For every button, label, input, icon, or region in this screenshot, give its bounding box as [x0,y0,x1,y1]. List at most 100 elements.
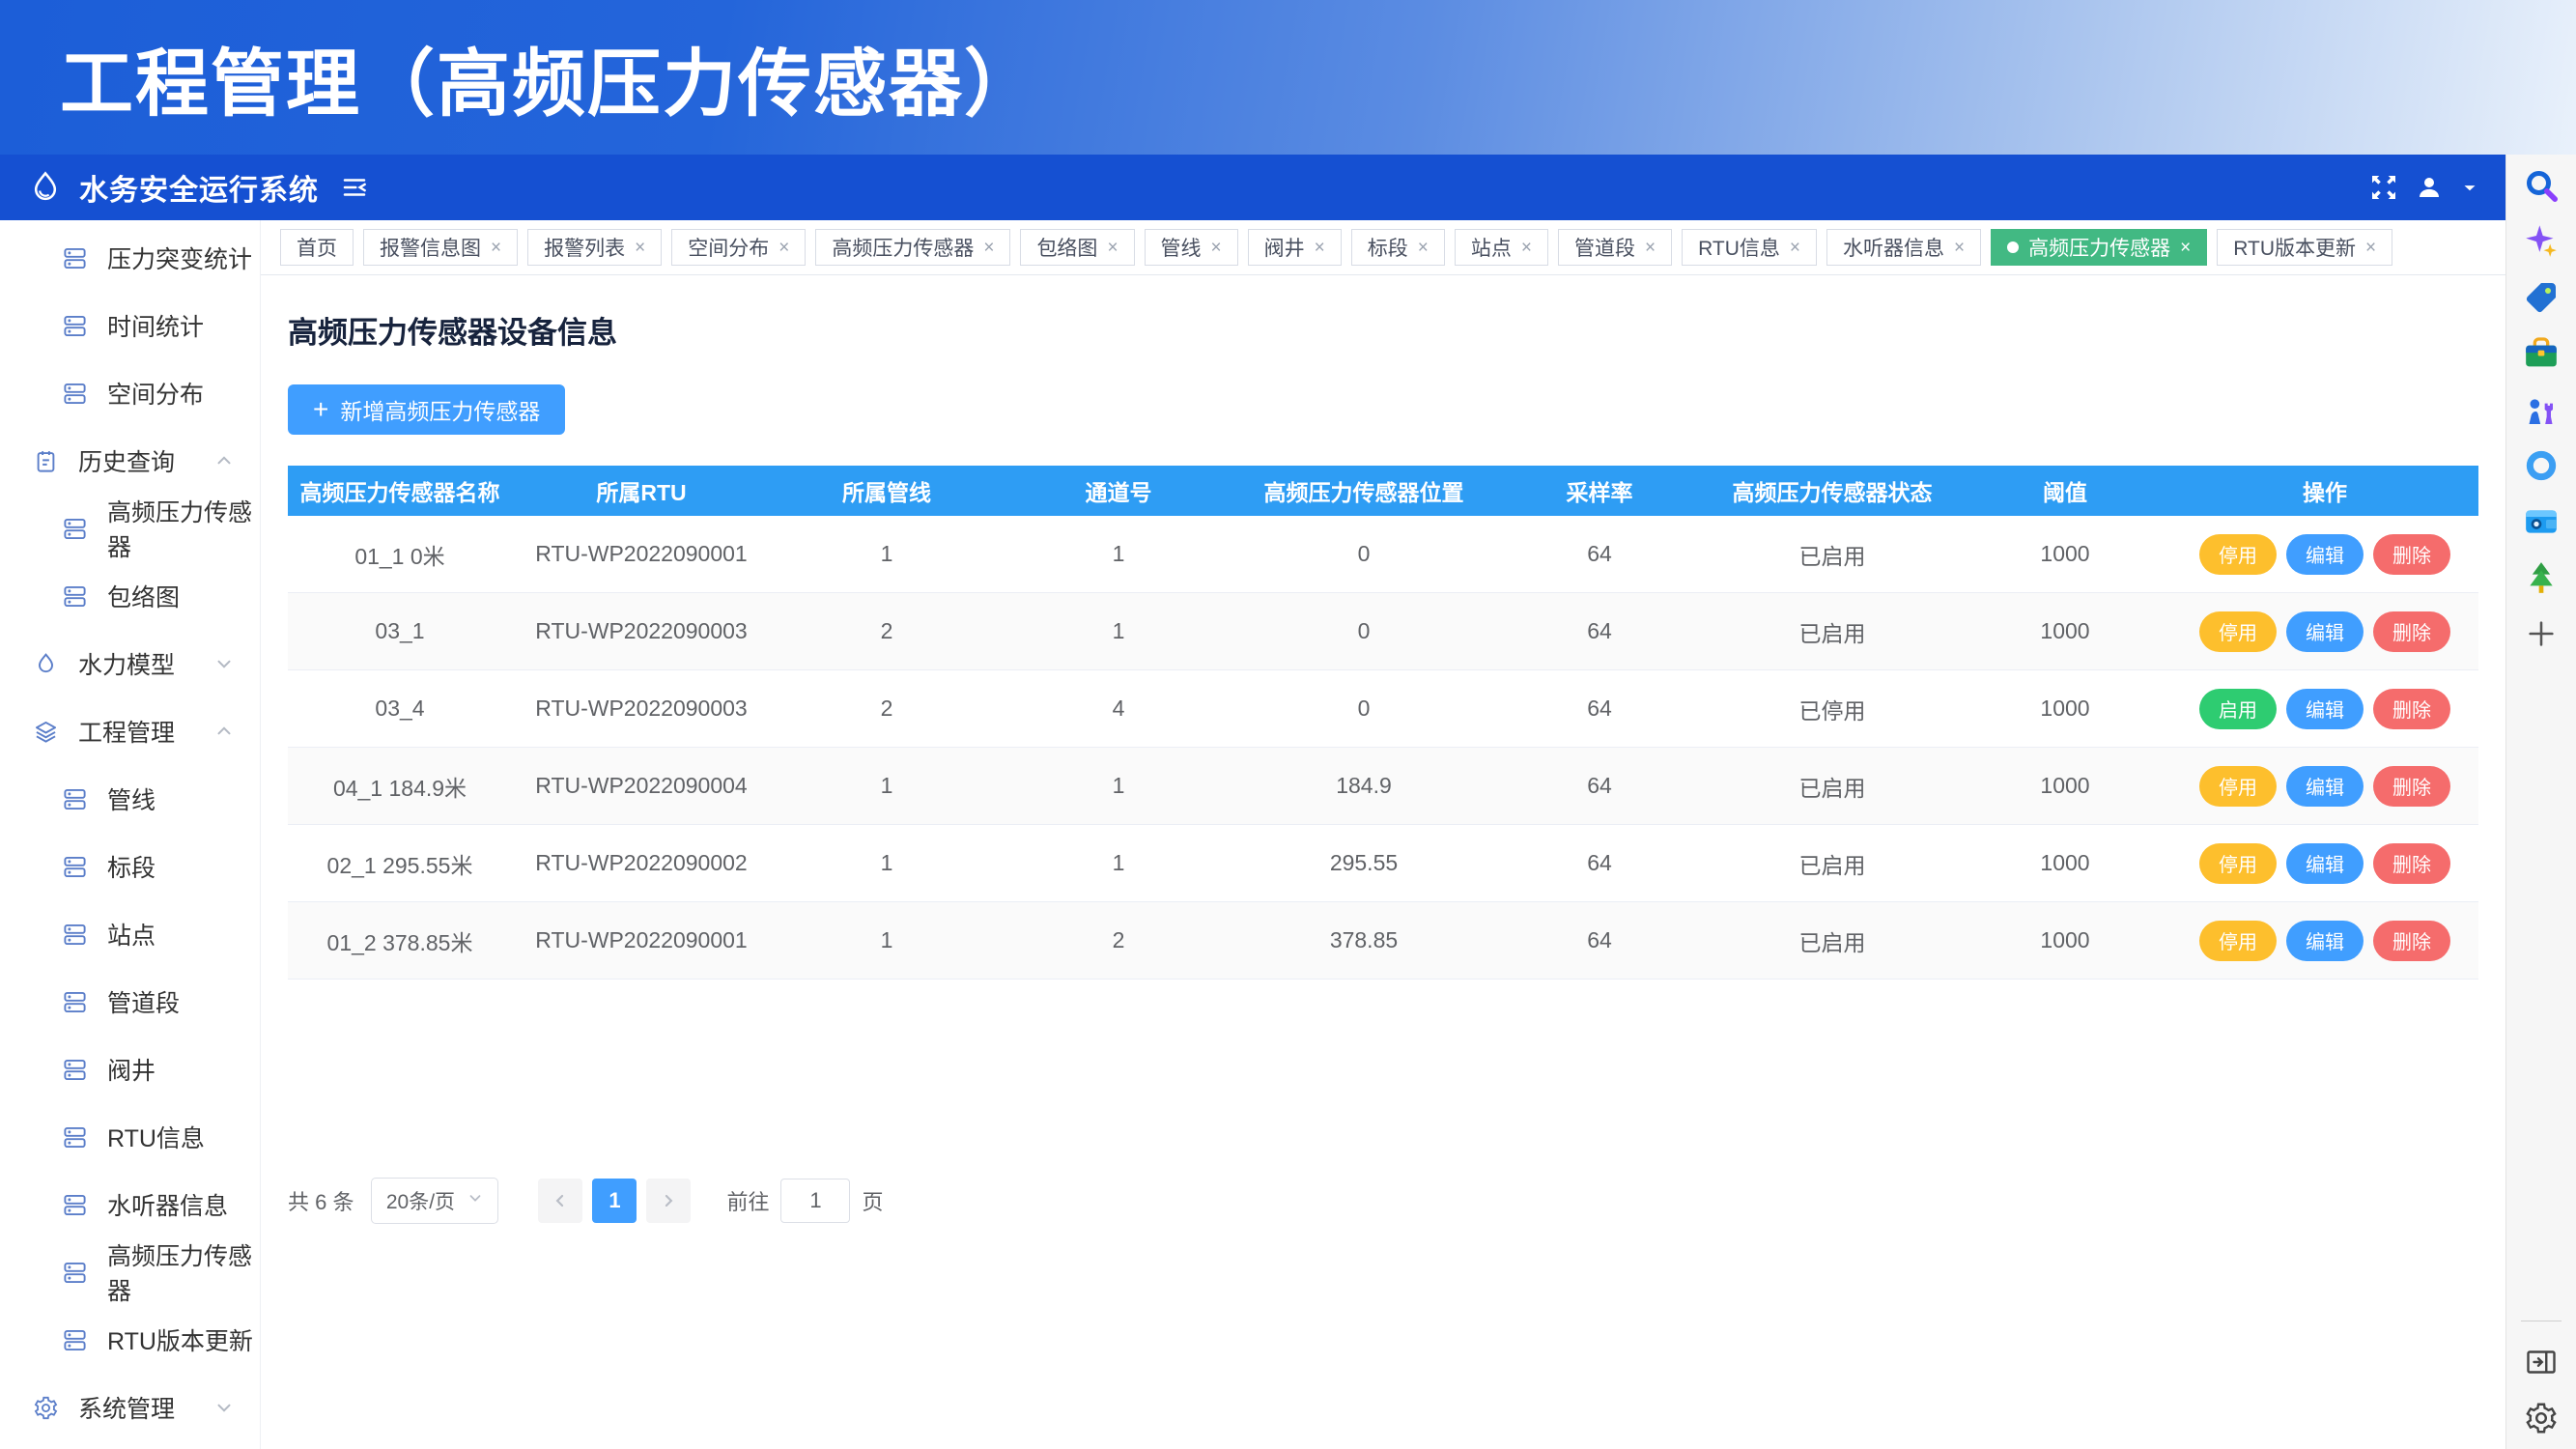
toggle-status-button[interactable]: 停用 [2199,534,2277,575]
sidebar-item-RTU版本更新[interactable]: RTU版本更新 [0,1306,260,1374]
dns-icon [62,583,88,610]
tab-label: 高频压力传感器 [2028,233,2170,262]
fullscreen-icon[interactable] [2368,172,2399,203]
tab-高频压力传感器[interactable]: 高频压力传感器× [815,229,1010,266]
caret-down-icon[interactable] [2459,177,2480,198]
delete-button[interactable]: 删除 [2373,534,2450,575]
edit-button[interactable]: 编辑 [2286,921,2364,961]
delete-button[interactable]: 删除 [2373,689,2450,729]
toggle-status-button[interactable]: 停用 [2199,921,2277,961]
close-icon[interactable]: × [635,236,645,259]
loop-icon[interactable] [2520,444,2562,487]
table-cell: 64 [1493,773,1706,799]
tab-标段[interactable]: 标段× [1351,229,1445,266]
close-icon[interactable]: × [1107,236,1118,259]
tab-阀井[interactable]: 阀井× [1248,229,1342,266]
tree-icon[interactable] [2520,556,2562,599]
sidebar-item-水力模型[interactable]: 水力模型 [0,630,260,697]
edit-button[interactable]: 编辑 [2286,843,2364,884]
tab-包络图[interactable]: 包络图 × [1020,229,1134,266]
tab-首页[interactable]: 首页 [280,229,354,266]
sidebar-item-历史查询[interactable]: 历史查询 [0,427,260,495]
tab-管道段[interactable]: 管道段 × [1558,229,1672,266]
table-cell: 1000 [1959,541,2171,567]
sidebar-item-管道段[interactable]: 管道段 [0,968,260,1036]
tab-RTU版本更新[interactable]: RTU版本更新× [2217,229,2392,266]
close-icon[interactable]: × [2365,236,2376,259]
sidebar-item-管线[interactable]: 管线 [0,765,260,833]
close-icon[interactable]: × [1645,236,1656,259]
sidebar-item-工程管理[interactable]: 工程管理 [0,697,260,765]
tab-报警列表[interactable]: 报警列表× [527,229,662,266]
user-icon[interactable] [2415,173,2444,202]
app-header: 水务安全运行系统 [0,155,2505,220]
collapse-menu-icon[interactable] [340,173,369,202]
close-icon[interactable]: × [778,236,789,259]
close-icon[interactable]: × [1315,236,1325,259]
toolbox-icon[interactable] [2520,332,2562,375]
prev-page-button[interactable] [538,1179,582,1223]
goto-page-input[interactable] [780,1179,850,1223]
sidebar-item-包络图[interactable]: 包络图 [0,562,260,630]
close-icon[interactable]: × [1954,236,1965,259]
tab-label: 包络图 [1036,233,1097,262]
tab-高频压力传感器[interactable]: 高频压力传感器 × [1991,229,2207,266]
tab-管线[interactable]: 管线× [1145,229,1238,266]
row-actions: 停用编辑删除 [2171,534,2478,575]
tag-icon[interactable] [2520,276,2562,319]
tab-label: 管道段 [1574,233,1635,262]
search-edge-icon[interactable] [2520,164,2562,207]
plus-edge-icon[interactable] [2520,612,2562,655]
close-icon[interactable]: × [1790,236,1800,259]
sidebar-item-站点[interactable]: 站点 [0,900,260,968]
table-row: 03_4RTU-WP202209000324064已停用1000启用编辑删除 [288,670,2478,748]
tab-RTU信息[interactable]: RTU信息× [1682,229,1817,266]
sidebar-item-压力突变统计[interactable]: 压力突变统计 [0,224,260,292]
page-size-select[interactable]: 20条/页 [371,1178,498,1224]
toggle-status-button[interactable]: 启用 [2199,689,2277,729]
tab-水听器信息[interactable]: 水听器信息× [1826,229,1981,266]
edit-button[interactable]: 编辑 [2286,611,2364,652]
toggle-status-button[interactable]: 停用 [2199,843,2277,884]
table-cell: 1 [1003,773,1234,799]
close-icon[interactable]: × [1521,236,1532,259]
main-content: 高频压力传感器设备信息 + 新增高频压力传感器 高频压力传感器名称所属RTU所属… [261,275,2505,1449]
sidebar-item-系统管理[interactable]: 系统管理 [0,1374,260,1441]
close-icon[interactable]: × [1211,236,1222,259]
edit-button[interactable]: 编辑 [2286,534,2364,575]
sidebar-item-高频压力传感器[interactable]: 高频压力传感器 [0,1238,260,1306]
sidebar-item-高频压力传感器[interactable]: 高频压力传感器 [0,495,260,562]
delete-button[interactable]: 删除 [2373,766,2450,807]
close-icon[interactable]: × [1418,236,1429,259]
wallet-icon[interactable] [2520,500,2562,543]
delete-button[interactable]: 删除 [2373,611,2450,652]
table-cell: 已启用 [1706,538,1959,571]
tab-站点[interactable]: 站点× [1455,229,1548,266]
edit-button[interactable]: 编辑 [2286,766,2364,807]
next-page-button[interactable] [646,1179,691,1223]
tab-报警信息图[interactable]: 报警信息图× [363,229,518,266]
table-cell: 184.9 [1234,773,1493,799]
panel-arrow-icon[interactable] [2520,1341,2562,1383]
toggle-status-button[interactable]: 停用 [2199,766,2277,807]
edge-sidebar-top-icons [2506,155,2576,655]
sidebar-item-水听器信息[interactable]: 水听器信息 [0,1171,260,1238]
sidebar-item-空间分布[interactable]: 空间分布 [0,359,260,427]
toggle-status-button[interactable]: 停用 [2199,611,2277,652]
close-icon[interactable]: × [491,236,501,259]
sidebar-item-阀井[interactable]: 阀井 [0,1036,260,1103]
sidebar-item-时间统计[interactable]: 时间统计 [0,292,260,359]
copilot-icon[interactable] [2520,220,2562,263]
close-icon[interactable]: × [2180,236,2191,259]
close-icon[interactable]: × [983,236,994,259]
delete-button[interactable]: 删除 [2373,843,2450,884]
delete-button[interactable]: 删除 [2373,921,2450,961]
sidebar-item-RTU信息[interactable]: RTU信息 [0,1103,260,1171]
edit-button[interactable]: 编辑 [2286,689,2364,729]
add-sensor-button[interactable]: + 新增高频压力传感器 [288,384,565,435]
sidebar-item-标段[interactable]: 标段 [0,833,260,900]
page-number-1[interactable]: 1 [592,1179,637,1223]
games-icon[interactable] [2520,388,2562,431]
gear-outline-icon[interactable] [2520,1397,2562,1439]
tab-空间分布[interactable]: 空间分布× [671,229,806,266]
